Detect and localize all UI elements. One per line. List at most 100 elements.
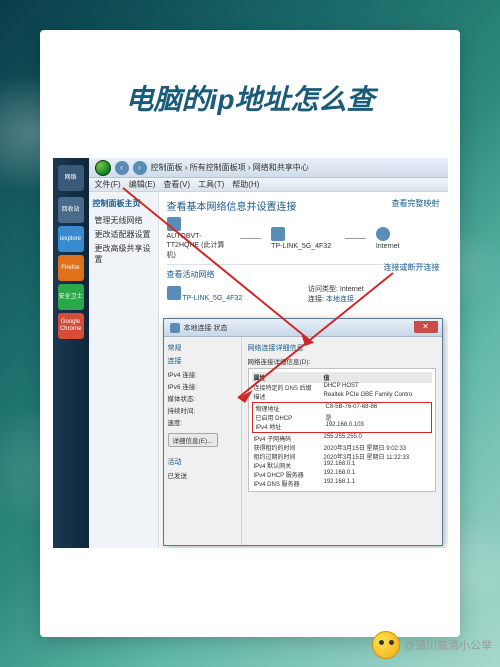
detail-row[interactable]: IPv4 地址192.168.0.103 [254,422,430,431]
detail-value: Realtek PCIe GBE Family Contro [324,392,413,401]
taskbar-label: Google Chrome [58,319,84,332]
col-property: 属性 [254,373,324,382]
menu-item[interactable]: 工具(T) [198,179,224,190]
dialog-titlebar[interactable]: 本地连接 状态 ✕ [164,319,442,337]
detail-row[interactable]: 已启用 DHCP是 [254,413,430,422]
dash-connector: ——— [240,235,261,242]
internet-label: Internet [376,243,440,250]
start-orb-icon[interactable] [95,160,111,176]
connection-property: IPv4 连接: [168,369,237,379]
highlight-box: 物理地址C8-5B-76-07-68-86已启用 DHCP是IPv4 地址192… [252,402,432,433]
dialog-left-pane: 常规 连接 IPv4 连接:IPv6 连接:媒体状态:持续时间:速度: 详细信息… [164,337,242,545]
detail-header: 属性 值 [252,372,432,383]
connection-label: 连接: [308,296,324,303]
active-network-row: TP-LINK_5G_4F32 访问类型: Internet 连接: 本地连接 [167,284,440,304]
desktop-taskbar: 网络 回收站 iexplore Firefox 安全卫士 Google Chrome [53,158,89,548]
detail-row[interactable]: IPv4 默认网关192.168.0.1 [252,461,432,470]
connection-property: 媒体状态: [168,393,237,403]
dialog-title-text: 本地连接 状态 [184,323,228,333]
page-title: 电脑的ip地址怎么查 [52,78,448,118]
detail-key: 获得租约的时间 [254,443,324,452]
detail-row[interactable]: 获得租约的时间2020年3月15日 星期日 9:02:33 [252,443,432,452]
tab-general[interactable]: 常规 [168,343,237,353]
access-type-value: Internet [340,286,364,293]
connection-property: 速度: [168,417,237,427]
details-button[interactable]: 详细信息(E)... [168,433,218,447]
section-connection: 连接 [168,356,237,366]
access-type-label: 访问类型: [308,286,338,293]
pc-label: AUTOBVT-TT2HQHE (此计算机) [167,233,231,260]
taskbar-iexplore[interactable]: iexplore [58,226,84,252]
sidebar-item[interactable]: 管理无线网络 [93,215,154,226]
sidebar: 控制面板主页 管理无线网络更改适配器设置更改高级共享设置 [89,192,159,548]
connection-property: 持续时间: [168,405,237,415]
watermark-icon [372,631,400,659]
network-label: 网络 [64,175,76,182]
internet-node: Internet [376,227,440,250]
detail-key: IPv4 DNS 服务器 [254,479,324,488]
menu-item[interactable]: 文件(F) [95,179,121,190]
sidebar-item[interactable]: 更改适配器设置 [93,229,154,240]
menu-item[interactable]: 帮助(H) [232,179,259,190]
dash-connector-2: ——— [345,235,366,242]
globe-icon [376,227,390,241]
close-button[interactable]: ✕ [414,321,438,333]
sent-label: 已发送 [168,470,237,480]
watermark: @通川高清小公举 [372,631,492,659]
network-icon [167,286,181,300]
taskbar-chrome[interactable]: Google Chrome [58,313,84,339]
detail-key: 物理地址 [256,404,326,413]
taskbar-label: iexplore [60,236,81,243]
router-icon [271,227,285,241]
connect-disconnect-link[interactable]: 连接或断开连接 [384,262,440,273]
network-map-row: AUTOBVT-TT2HQHE (此计算机) ——— TP-LINK_5G_4F… [167,217,440,260]
detail-value: DHCP HOST [324,383,359,392]
detail-value: 192.168.0.103 [326,422,364,431]
detail-row[interactable]: 物理地址C8-5B-76-07-68-86 [254,404,430,413]
sidebar-item[interactable]: 更改高级共享设置 [93,243,154,265]
menu-item[interactable]: 查看(V) [163,179,190,190]
back-button[interactable]: ‹ [115,161,129,175]
connection-link[interactable]: 本地连接 [326,296,354,303]
taskbar-firefox[interactable]: Firefox [58,255,84,281]
detail-value: 2020年3月15日 星期日 11:22:33 [324,452,410,461]
detail-key: IPv4 子网掩码 [254,434,324,443]
active-network-name[interactable]: TP-LINK_5G_4F32 [182,295,242,302]
detail-row[interactable]: IPv4 DNS 服务器192.168.1.1 [252,479,432,488]
forward-button[interactable]: › [133,161,147,175]
detail-key: 连接特定的 DNS 后缀 [254,383,324,392]
full-map-link[interactable]: 查看完整映射 [392,198,440,209]
menu-bar: 文件(F) 编辑(E) 查看(V) 工具(T) 帮助(H) [89,178,448,192]
menu-item[interactable]: 编辑(E) [129,179,156,190]
detail-row[interactable]: 描述Realtek PCIe GBE Family Contro [252,392,432,401]
screenshot-container: 网络 回收站 iexplore Firefox 安全卫士 Google Chrome ‹… [53,158,448,548]
dialog-icon [170,323,180,333]
taskbar-security[interactable]: 安全卫士 [58,284,84,310]
content-card: 电脑的ip地址怎么查 网络 回收站 iexplore Firefox 安全卫士 Goog… [40,30,460,637]
col-value: 值 [324,373,330,382]
detail-listbox[interactable]: 属性 值 连接特定的 DNS 后缀DHCP HOST描述Realtek PCIe… [248,368,436,492]
taskbar-label: Firefox [61,265,79,272]
taskbar-label: 安全卫士 [58,294,82,301]
detail-key: IPv4 地址 [256,422,326,431]
detail-value: 2020年3月15日 星期日 9:02:33 [324,443,407,452]
taskbar-recycle-bin[interactable]: 回收站 [58,197,84,223]
detail-value: 是 [326,413,332,422]
detail-row[interactable]: 连接特定的 DNS 后缀DHCP HOST [252,383,432,392]
detail-key: 租约过期的时间 [254,452,324,461]
detail-row[interactable]: IPv4 子网掩码255.255.255.0 [252,434,432,443]
detail-row[interactable]: 租约过期的时间2020年3月15日 星期日 11:22:33 [252,452,432,461]
detail-value: 255.255.255.0 [324,434,362,443]
detail-key: 已启用 DHCP [256,413,326,422]
breadcrumb[interactable]: 控制面板 › 所有控制面板项 › 网络和共享中心 [151,162,309,173]
detail-key: 描述 [254,392,324,401]
detail-value: 192.168.1.1 [324,479,356,488]
address-bar: ‹ › 控制面板 › 所有控制面板项 › 网络和共享中心 [89,158,448,178]
watermark-text: @通川高清小公举 [404,637,492,653]
router-node: TP-LINK_5G_4F32 [271,227,335,250]
network-desktop-icon[interactable]: 网络 [58,165,84,191]
detail-value: 192.168.0.1 [324,461,356,470]
router-label: TP-LINK_5G_4F32 [271,243,335,250]
detail-row[interactable]: IPv4 DHCP 服务器192.168.0.1 [252,470,432,479]
computer-icon [167,217,181,231]
